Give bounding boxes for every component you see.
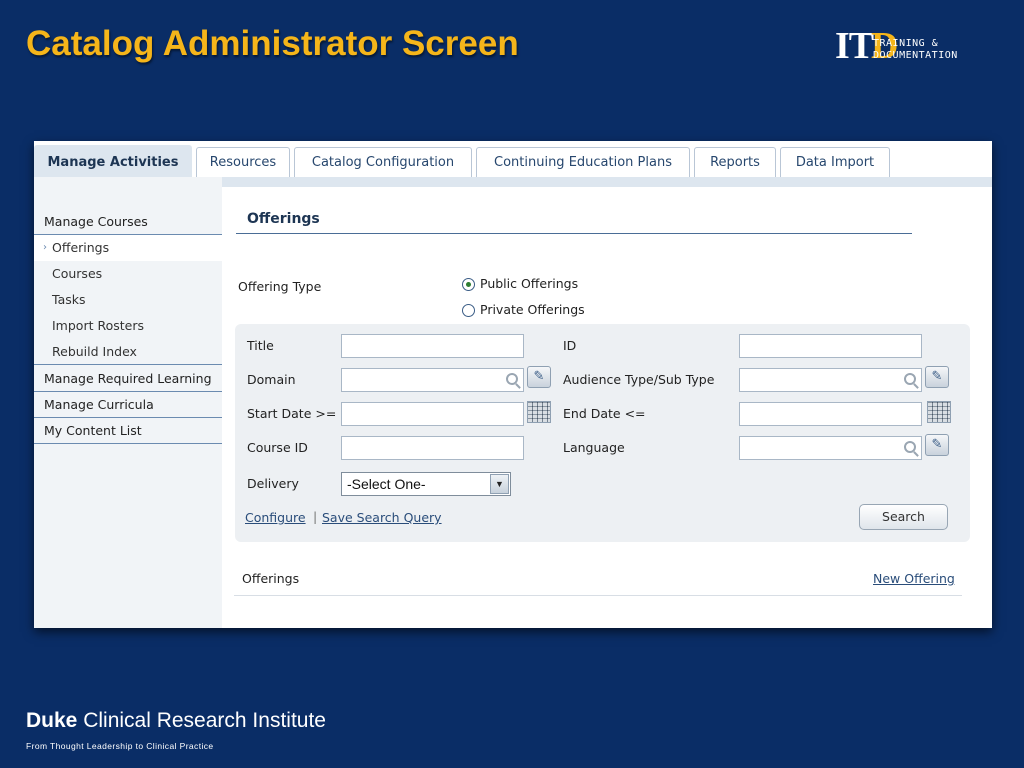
sidebar-item-rebuild-index[interactable]: Rebuild Index — [34, 339, 222, 365]
calendar-icon[interactable] — [927, 401, 951, 423]
chevron-down-icon[interactable]: ▼ — [490, 474, 509, 494]
sidebar-item-label: Manage Courses — [44, 214, 148, 229]
search-icon[interactable] — [904, 373, 916, 385]
main-content: Offerings Offering Type Public Offerings… — [222, 187, 992, 628]
logo-mark: IT — [835, 25, 874, 67]
course-id-input[interactable] — [341, 436, 524, 460]
footer-brand-rest: Clinical Research Institute — [77, 709, 326, 732]
search-icon[interactable] — [904, 441, 916, 453]
search-panel: Title ID Domain ✎ Audience Type/Sub Type… — [235, 324, 970, 542]
sidebar-item-manage-curricula[interactable]: Manage Curricula — [34, 392, 222, 418]
sidebar-item-manage-courses[interactable]: Manage Courses — [34, 209, 222, 235]
footer-brand-bold: Duke — [26, 709, 78, 732]
sidebar-item-label: Tasks — [52, 292, 86, 307]
tab-bar: Manage Activities Resources Catalog Conf… — [34, 141, 992, 179]
private-offerings-label[interactable]: Private Offerings — [480, 302, 585, 317]
delivery-select[interactable]: -Select One- ▼ — [341, 472, 511, 496]
results-divider — [234, 595, 962, 596]
sidebar-item-label: Import Rosters — [52, 318, 144, 333]
sidebar-item-my-content-list[interactable]: My Content List — [34, 418, 222, 444]
domain-input[interactable] — [341, 368, 524, 392]
title-label: Title — [247, 338, 274, 353]
itd-logo: IT D TRAINING & DOCUMENTATION — [835, 25, 995, 67]
audience-type-label: Audience Type/Sub Type — [563, 372, 715, 387]
start-date-input[interactable] — [341, 402, 524, 426]
end-date-input[interactable] — [739, 402, 922, 426]
language-picker-icon[interactable]: ✎ — [925, 434, 949, 456]
domain-label: Domain — [247, 372, 296, 387]
sidebar-item-label: Courses — [52, 266, 103, 281]
sidebar-item-offerings[interactable]: › Offerings — [34, 235, 222, 261]
course-id-label: Course ID — [247, 440, 308, 455]
page-title: Offerings — [247, 211, 320, 227]
link-separator: | — [313, 509, 318, 524]
tab-reports[interactable]: Reports — [694, 147, 776, 177]
tab-catalog-configuration[interactable]: Catalog Configuration — [294, 147, 472, 177]
sidebar-item-label: My Content List — [44, 423, 142, 438]
footer-tagline: From Thought Leadership to Clinical Prac… — [26, 741, 214, 751]
search-icon[interactable] — [506, 373, 518, 385]
save-search-query-link[interactable]: Save Search Query — [322, 510, 442, 525]
tab-manage-activities[interactable]: Manage Activities — [34, 145, 192, 179]
results-label: Offerings — [242, 571, 300, 586]
sidebar: Manage Courses › Offerings Courses Tasks … — [34, 177, 222, 628]
configure-link[interactable]: Configure — [245, 510, 306, 525]
chevron-right-icon: › — [43, 242, 47, 253]
language-label: Language — [563, 440, 625, 455]
sidebar-item-label: Offerings — [52, 240, 110, 255]
public-offerings-radio[interactable] — [462, 278, 475, 291]
delivery-label: Delivery — [247, 476, 299, 491]
sidebar-item-label: Manage Curricula — [44, 397, 154, 412]
tab-continuing-education-plans[interactable]: Continuing Education Plans — [476, 147, 690, 177]
footer-brand: Duke Clinical Research Institute — [26, 709, 326, 733]
offering-type-label: Offering Type — [238, 279, 322, 294]
private-offerings-radio[interactable] — [462, 304, 475, 317]
sidebar-item-courses[interactable]: Courses — [34, 261, 222, 287]
domain-picker-icon[interactable]: ✎ — [527, 366, 551, 388]
slide-title: Catalog Administrator Screen — [26, 24, 519, 63]
tab-data-import[interactable]: Data Import — [780, 147, 890, 177]
public-offerings-label[interactable]: Public Offerings — [480, 276, 578, 291]
sidebar-item-label: Manage Required Learning — [44, 371, 212, 386]
audience-type-input[interactable] — [739, 368, 922, 392]
logo-line-2: DOCUMENTATION — [873, 50, 958, 61]
tab-resources[interactable]: Resources — [196, 147, 290, 177]
end-date-label: End Date <= — [563, 406, 646, 421]
logo-line-1: TRAINING & — [873, 38, 939, 49]
new-offering-link[interactable]: New Offering — [873, 571, 955, 586]
language-input[interactable] — [739, 436, 922, 460]
search-button[interactable]: Search — [859, 504, 948, 530]
sidebar-item-manage-required-learning[interactable]: Manage Required Learning — [34, 366, 222, 392]
sidebar-item-label: Rebuild Index — [52, 344, 137, 359]
calendar-icon[interactable] — [527, 401, 551, 423]
sidebar-item-import-rosters[interactable]: Import Rosters — [34, 313, 222, 339]
id-input[interactable] — [739, 334, 922, 358]
app-window: Manage Activities Resources Catalog Conf… — [34, 141, 992, 628]
id-label: ID — [563, 338, 577, 353]
delivery-select-value: -Select One- — [347, 476, 426, 492]
title-input[interactable] — [341, 334, 524, 358]
audience-picker-icon[interactable]: ✎ — [925, 366, 949, 388]
sidebar-item-tasks[interactable]: Tasks — [34, 287, 222, 313]
start-date-label: Start Date >= — [247, 406, 337, 421]
title-divider — [236, 233, 912, 234]
